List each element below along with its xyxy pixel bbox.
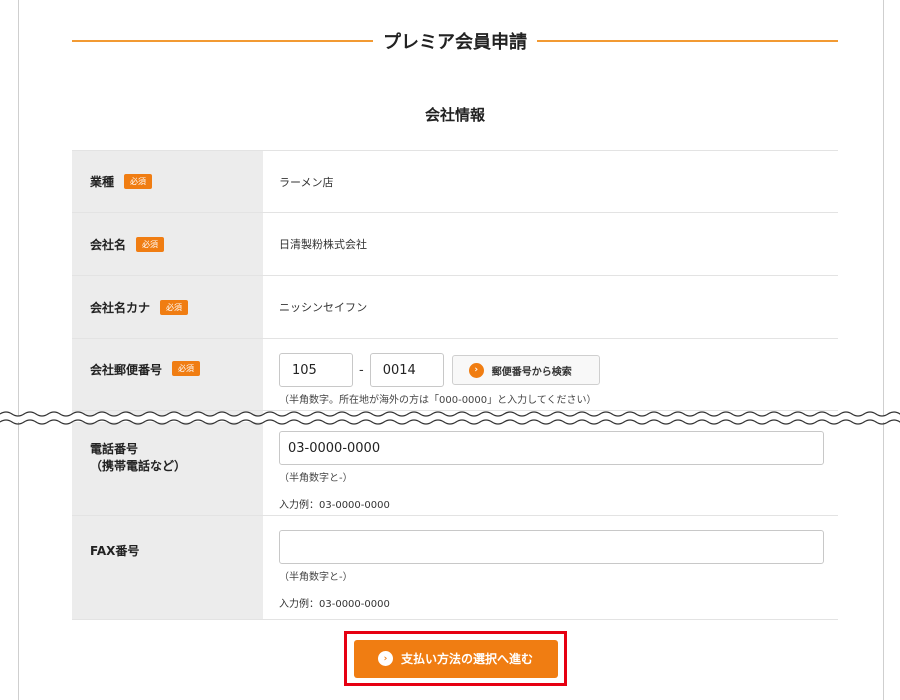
heading-rule-right [537, 40, 838, 42]
submit-highlight: › 支払い方法の選択へ進む [344, 631, 567, 686]
postal-value-cell: 105 - 0014 › 郵便番号から検索 （半角数字。所在地が海外の方は「00… [263, 339, 838, 410]
company-form: 業種 必須 ラーメン店 会社名 必須 日清製粉株式会社 会社名カナ 必須 ニッシ… [72, 150, 838, 620]
company-kana-label: 会社名カナ [90, 300, 151, 315]
company-kana-row: 会社名カナ 必須 ニッシンセイフン [72, 276, 838, 339]
industry-value: ラーメン店 [279, 175, 334, 189]
postal-search-label: 郵便番号から検索 [491, 366, 572, 378]
fax-note: （半角数字と-） [279, 572, 353, 583]
phone-note: （半角数字と-） [279, 473, 353, 484]
chevron-right-icon: › [468, 362, 484, 378]
required-badge: 必須 [172, 361, 201, 376]
required-badge: 必須 [160, 299, 189, 315]
page-heading: プレミア会員申請 [72, 24, 838, 58]
chevron-right-icon: › [377, 651, 393, 666]
company-kana-value: ニッシンセイフン [279, 301, 368, 314]
fax-label-cell: FAX番号 [72, 516, 263, 619]
required-badge: 必須 [136, 236, 165, 252]
industry-label: 業種 [90, 175, 115, 189]
postal-code-second-input[interactable]: 0014 [369, 353, 444, 387]
company-name-row: 会社名 必須 日清製粉株式会社 [72, 213, 838, 276]
proceed-to-payment-label: 支払い方法の選択へ進む [400, 652, 533, 666]
postal-inputs: 105 - 0014 › 郵便番号から検索 [279, 353, 838, 387]
postal-label-cell: 会社郵便番号 必須 [72, 339, 263, 410]
fax-value-cell: （半角数字と-） 入力例：03-0000-0000 [263, 516, 838, 619]
postal-row: 会社郵便番号 必須 105 - 0014 › 郵便番号から検索 （半角数字。所在… [72, 339, 838, 411]
omission-wave-divider [0, 411, 900, 425]
phone-label-sub: （携帯電話など） [90, 459, 187, 473]
section-title: 会社情報 [424, 106, 485, 124]
phone-example: 入力例：03-0000-0000 [279, 500, 390, 511]
page-title: プレミア会員申請 [383, 32, 527, 53]
fax-example: 入力例：03-0000-0000 [279, 599, 390, 610]
company-name-label-cell: 会社名 必須 [72, 213, 263, 275]
postal-separator: - [359, 362, 364, 378]
industry-label-cell: 業種 必須 [72, 151, 263, 212]
postal-code-first-input[interactable]: 105 [279, 353, 353, 387]
fax-row: FAX番号 （半角数字と-） 入力例：03-0000-0000 [72, 516, 838, 620]
phone-input[interactable]: 03-0000-0000 [279, 431, 824, 465]
postal-label: 会社郵便番号 [90, 363, 163, 377]
company-name-label: 会社名 [90, 237, 127, 252]
company-kana-label-cell: 会社名カナ 必須 [72, 276, 263, 338]
postal-search-button[interactable]: › 郵便番号から検索 [451, 355, 600, 385]
company-name-value: 日清製粉株式会社 [279, 238, 367, 251]
fax-input[interactable] [279, 530, 824, 564]
fax-label: FAX番号 [90, 544, 140, 558]
phone-label: 電話番号 [90, 442, 139, 456]
proceed-to-payment-button[interactable]: › 支払い方法の選択へ進む [353, 639, 558, 678]
industry-row: 業種 必須 ラーメン店 [72, 150, 838, 213]
required-badge: 必須 [124, 174, 153, 189]
heading-rule-left [72, 40, 373, 42]
